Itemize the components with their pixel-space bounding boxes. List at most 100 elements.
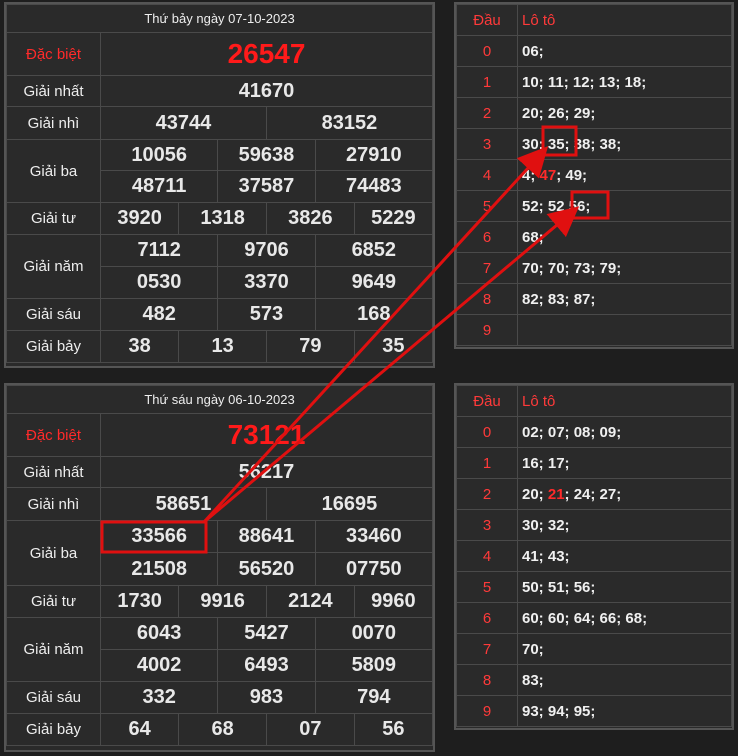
loto-values-part: 38; 38;: [569, 135, 622, 153]
sixth-prize-value: 794: [314, 681, 434, 714]
loto-values: 52; 52 56;: [517, 190, 732, 222]
sixth-prize-value: 482: [99, 298, 219, 331]
loto-head-digit: 5: [456, 190, 518, 222]
loto-panel-top: Đầu Lô tô 0 06; 1 10; 11; 12; 13; 18; 2 20; …: [454, 2, 734, 349]
loto-values: 41; 43;: [517, 540, 732, 572]
fifth-prize-value: 0070: [314, 617, 434, 650]
seventh-prize-value: 13: [178, 330, 267, 363]
fifth-prize-value: 3370: [217, 266, 316, 299]
label-special-prize: Đặc biệt: [6, 413, 101, 457]
fifth-prize-value: 5809: [314, 649, 434, 682]
third-prize-value: 56520: [217, 552, 316, 586]
loto-head-digit: 6: [456, 221, 518, 253]
loto-values: 83;: [517, 664, 732, 696]
loto-head-digit: 4: [456, 540, 518, 572]
label-seventh-prize: Giải bảy: [6, 713, 101, 746]
third-prize-value: 88641: [217, 520, 316, 553]
loto-head-digit: 1: [456, 66, 518, 98]
loto-values: 70;: [517, 633, 732, 665]
loto-values-part: ;: [530, 166, 540, 184]
loto-values: 30; 35; 38; 38;: [517, 128, 732, 160]
loto-values: 93; 94; 95;: [517, 695, 732, 727]
loto-value-special: 47: [539, 166, 557, 184]
seventh-prize-value: 38: [99, 330, 180, 363]
loto-head-digit: 4: [456, 159, 518, 191]
fifth-prize-value: 9706: [217, 234, 316, 267]
label-fifth-prize: Giải năm: [6, 234, 101, 299]
fourth-prize-value: 1318: [178, 202, 267, 235]
loto-values: 06;: [517, 35, 732, 67]
seventh-prize-value: 79: [265, 330, 355, 363]
loto-values: 30; 32;: [517, 509, 732, 541]
results-panel-top: Thứ bảy ngày 07-10-2023 Đặc biệt 26547 Gi…: [4, 2, 435, 368]
loto-values: 70; 70; 73; 79;: [517, 252, 732, 284]
loto-head-digit: 9: [456, 695, 518, 727]
loto-values: 60; 60; 64; 66; 68;: [517, 602, 732, 634]
first-prize-value: 56217: [100, 456, 433, 488]
fifth-prize-value: 6852: [314, 234, 434, 267]
loto-header-dau: Đầu: [456, 4, 518, 36]
second-prize-value: 16695: [265, 487, 434, 521]
third-prize-value: 33566: [99, 520, 219, 553]
loto-value-special: 21: [547, 485, 565, 503]
label-third-prize: Giải ba: [6, 520, 101, 586]
second-prize-value: 83152: [265, 106, 434, 140]
fifth-prize-value: 7112: [99, 234, 219, 267]
fourth-prize-value: 2124: [265, 585, 355, 618]
fifth-prize-value: 9649: [314, 266, 434, 299]
fourth-prize-value: 3920: [99, 202, 180, 235]
sixth-prize-value: 573: [217, 298, 316, 331]
sixth-prize-value: 983: [217, 681, 316, 714]
loto-panel-bottom: Đầu Lô tô 0 02; 07; 08; 09; 1 16; 17; 2 20; …: [454, 383, 734, 730]
loto-values: 20; 21; 24; 27;: [517, 478, 732, 510]
loto-head-digit: 9: [456, 314, 518, 346]
loto-head-digit: 3: [456, 509, 518, 541]
fourth-prize-value: 9916: [178, 585, 267, 618]
label-first-prize: Giải nhất: [6, 456, 101, 488]
third-prize-value: 59638: [217, 139, 316, 171]
special-prize-value: 73121: [100, 413, 433, 457]
seventh-prize-value: 56: [353, 713, 434, 746]
loto-head-digit: 7: [456, 633, 518, 665]
fourth-prize-value: 9960: [353, 585, 434, 618]
loto-head-digit: 1: [456, 447, 518, 479]
seventh-prize-value: 07: [265, 713, 355, 746]
loto-values: 10; 11; 12; 13; 18;: [517, 66, 732, 98]
results-date-title: Thứ bảy ngày 07-10-2023: [6, 4, 433, 33]
loto-head-digit: 3: [456, 128, 518, 160]
results-panel-bottom: Thứ sáu ngày 06-10-2023 Đặc biệt 73121 Gi…: [4, 383, 435, 752]
label-special-prize: Đặc biệt: [6, 32, 101, 76]
seventh-prize-value: 64: [99, 713, 180, 746]
fifth-prize-value: 0530: [99, 266, 219, 299]
results-date-title: Thứ sáu ngày 06-10-2023: [6, 385, 433, 414]
fifth-prize-value: 4002: [99, 649, 219, 682]
sixth-prize-value: 168: [314, 298, 434, 331]
seventh-prize-value: 35: [353, 330, 434, 363]
fifth-prize-value: 6493: [217, 649, 316, 682]
label-fourth-prize: Giải tư: [6, 585, 101, 618]
fourth-prize-value: 3826: [265, 202, 355, 235]
label-first-prize: Giải nhất: [6, 75, 101, 107]
third-prize-value: 21508: [99, 552, 219, 586]
third-prize-value: 10056: [99, 139, 219, 171]
loto-value-highlight: 35;: [547, 135, 570, 153]
label-third-prize: Giải ba: [6, 139, 101, 203]
loto-values-part: 52; 52: [522, 197, 569, 215]
fourth-prize-value: 1730: [99, 585, 180, 618]
label-sixth-prize: Giải sáu: [6, 681, 101, 714]
loto-values: 82; 83; 87;: [517, 283, 732, 315]
third-prize-value: 48711: [99, 170, 219, 203]
loto-header-loto: Lô tô: [517, 4, 732, 36]
loto-values-part: 30;: [522, 135, 548, 153]
third-prize-value: 33460: [314, 520, 434, 553]
third-prize-value: 74483: [314, 170, 434, 203]
third-prize-value: 07750: [314, 552, 434, 586]
loto-head-digit: 6: [456, 602, 518, 634]
third-prize-value: 37587: [217, 170, 316, 203]
loto-values-part: 20;: [522, 485, 548, 503]
loto-values: 20; 26; 29;: [517, 97, 732, 129]
label-second-prize: Giải nhì: [6, 106, 101, 140]
second-prize-value: 58651: [100, 487, 267, 521]
label-second-prize: Giải nhì: [6, 487, 101, 521]
loto-head-digit: 5: [456, 571, 518, 603]
